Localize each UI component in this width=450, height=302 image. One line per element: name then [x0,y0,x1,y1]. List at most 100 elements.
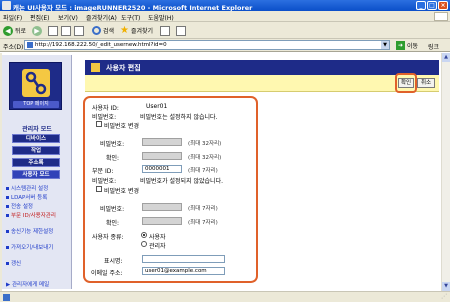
address-input[interactable]: http://192.168.222.50/_edit_usernew.html… [24,40,390,50]
link-label: 전송 설정 [11,204,33,210]
go-label: 이동 [407,43,419,50]
bullet-icon [6,205,9,208]
links-button[interactable]: 링크 [428,42,439,51]
link-label: 갱신 [11,261,22,267]
go-button[interactable]: ➜ 이동 [396,41,418,50]
action-bar: 확인 취소 [85,75,439,92]
search-button[interactable]: 검색 [92,25,114,36]
back-button[interactable]: ◀ 뒤로 [3,25,26,36]
cancel-button[interactable]: 취소 [417,78,435,88]
home-button[interactable] [74,25,84,36]
bullet-icon [6,187,9,190]
status-bar: ⋰ [0,291,450,302]
link-system-settings[interactable]: 시스템관리 설정 [6,186,70,192]
top-page-logo[interactable]: TOP 페이지 [9,62,62,110]
menu-view[interactable]: 보기(V) [58,13,78,22]
menu-tools[interactable]: 도구(T) [121,13,140,22]
page-icon [27,42,33,48]
panel-header-icon [91,63,100,72]
link-send-restriction[interactable]: 송신기능 제한설정 [6,229,70,235]
history-button[interactable] [160,25,170,36]
dept-confirm-hint: (최대 7자리) [188,220,218,226]
address-bar: 주소(D) http://192.168.222.50/_edit_userne… [0,39,450,52]
dept-password-status: 비밀번호가 설정되지 않았습니다. [140,178,224,185]
menu-favorites[interactable]: 즐겨찾기(A) [86,13,117,22]
dept-id-input[interactable]: 0000001 [142,165,182,173]
top-page-caption: TOP 페이지 [13,101,59,108]
dept-password-field-label: 비밀번호: [100,206,125,213]
link-dept-user-mgmt[interactable]: 부문 ID/사용자관리 [6,213,70,219]
link-send-settings[interactable]: 전송 설정 [6,204,70,210]
confirm-label: 확인: [106,155,120,162]
link-label: 가져오기/내보내기 [11,245,54,251]
user-type-admin-label: 관리자 [149,243,166,250]
window-title-bar: 캐논 UI사용자 모드 : imageRUNNER2520 - Microsof… [0,0,450,12]
nav-address-book[interactable]: 주소록 [12,158,60,167]
mail-admin-label: 관리자에게 메일 [11,282,50,288]
email-input[interactable]: user01@example.com [142,267,225,275]
nav-device[interactable]: 디바이스 [12,134,60,143]
vertical-scrollbar[interactable]: ▲ ▼ [441,53,450,291]
refresh-icon [61,25,71,36]
user-id-label: 사용자 ID: [92,105,119,112]
menu-edit[interactable]: 편집(E) [30,13,50,22]
password-label: 비밀번호: [92,114,117,121]
scroll-down-icon[interactable]: ▼ [442,282,450,291]
user-type-user-label: 사용자 [149,234,166,241]
ie-icon [2,1,11,10]
page-status-icon [3,294,10,301]
sidebar: TOP 페이지 관리자 모드 디바이스 작업 주소록 사용자 모드 시스템관리 … [2,55,72,289]
minimize-button[interactable]: _ [416,1,426,10]
user-type-user-radio[interactable] [141,232,147,238]
mail-admin-link[interactable]: ▶ 관리자에게 메일 [6,280,49,288]
scroll-up-icon[interactable]: ▲ [442,53,450,62]
link-label: 시스템관리 설정 [11,186,49,192]
confirm-hint: (최대 32자리) [188,155,222,161]
bullet-icon [6,246,9,249]
maximize-button[interactable]: □ [427,1,437,10]
resize-grip-icon[interactable]: ⋰ [441,293,449,301]
bullet-icon [6,196,9,199]
menu-help[interactable]: 도움말(H) [148,13,174,22]
link-label: 송신기능 제한설정 [11,229,54,235]
address-label: 주소(D) [3,44,24,51]
link-update[interactable]: 갱신 [6,261,70,267]
forward-arrow-icon: ▶ [32,25,42,36]
user-id-value: User01 [146,103,168,110]
menu-bar: 파일(F) 편집(E) 보기(V) 즐겨찾기(A) 도구(T) 도움말(H) [0,11,450,22]
confirm-password-input[interactable] [142,152,182,160]
user-type-admin-radio[interactable] [141,241,147,247]
link-import-export[interactable]: 가져오기/내보내기 [6,245,70,251]
forward-button[interactable]: ▶ [32,25,42,36]
ok-button-highlight [395,73,417,93]
password-input[interactable] [142,138,182,146]
favorites-label: 즐겨찾기 [130,28,154,35]
dept-id-hint: (최대 7자리) [188,168,218,174]
display-name-input[interactable] [142,255,225,263]
back-arrow-icon: ◀ [3,25,13,36]
menu-file[interactable]: 파일(F) [3,13,22,22]
search-label: 검색 [103,28,115,35]
refresh-button[interactable] [61,25,71,36]
change-password-label: 비밀번호 변경 [104,123,140,130]
link-label: LDAP서버 등록 [11,195,48,201]
password-hint: (최대 32자리) [188,141,222,147]
dept-confirm-input[interactable] [142,217,182,225]
nav-user-mode[interactable]: 사용자 모드 [12,170,60,179]
chevron-down-icon[interactable]: ▼ [381,41,389,49]
close-button[interactable]: × [438,1,448,10]
stop-button[interactable] [48,25,58,36]
display-name-label: 표시명: [104,258,123,265]
nav-job[interactable]: 작업 [12,146,60,155]
bullet-icon [6,214,9,217]
favorites-button[interactable]: ★ 즐겨찾기 [120,25,153,36]
change-dept-password-checkbox[interactable] [96,186,102,192]
mail-button[interactable] [176,25,186,36]
link-ldap[interactable]: LDAP서버 등록 [6,195,70,201]
change-password-checkbox[interactable] [96,121,102,127]
address-url: http://192.168.222.50/_edit_usernew.html… [35,42,167,48]
star-icon: ★ [120,24,129,36]
dept-password-input[interactable] [142,203,182,211]
page-title: 사용자 편집 [106,64,141,72]
admin-mode-title: 관리자 모드 [22,126,52,133]
